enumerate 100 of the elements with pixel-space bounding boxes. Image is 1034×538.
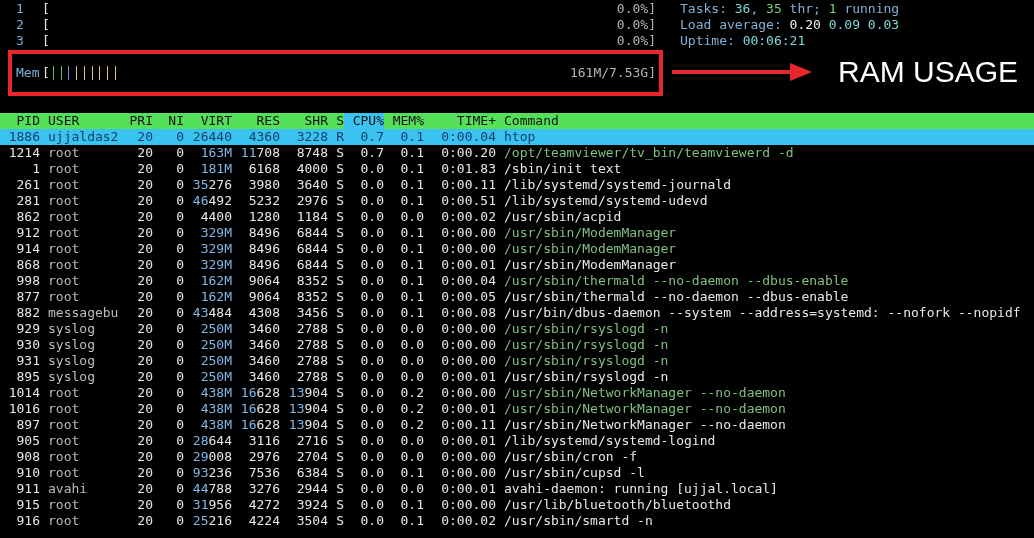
table-cell-text: S	[335, 177, 344, 193]
table-cell-text: 930	[15, 337, 40, 353]
table-cell-text: 20	[136, 401, 153, 417]
table-cell-text: 0	[175, 481, 184, 497]
system-stat: Uptime: 00:06:21	[680, 33, 807, 49]
process-row[interactable]: 1014 root 20 0 438M 16628 13904 S 0.0 0.2 0:00.00 /usr/sbin/NetworkManager --no-daemon	[0, 385, 1034, 401]
process-row[interactable]: 1 root 20 0 181M 6168 4000 S 0.0 0.1 0:01.83 /sbin/init text	[0, 161, 1034, 177]
table-cell-text: S	[335, 513, 344, 529]
table-cell-text: 20	[136, 193, 153, 209]
column-header[interactable]: S	[328, 113, 344, 129]
table-cell-text: 929	[15, 321, 40, 337]
column-header[interactable]: MEM%	[384, 113, 424, 129]
process-row[interactable]: 914 root 20 0 329M 8496 6844 S 0.0 0.1 0:00.00 /usr/sbin/ModemManager	[0, 241, 1034, 257]
table-cell-text: 438M	[199, 385, 232, 401]
table-cell-text: 20	[136, 417, 153, 433]
process-row[interactable]: 1016 root 20 0 438M 16628 13904 S 0.0 0.2 0:00.01 /usr/sbin/NetworkManager --no-daemon	[0, 401, 1034, 417]
column-header[interactable]: TIME+	[424, 113, 496, 129]
table-cell-text: 0:00.04	[440, 129, 496, 145]
table-cell-text: /usr/sbin/cron -f	[503, 449, 639, 465]
column-header[interactable]: PID	[0, 113, 40, 129]
table-cell-text: 0.0	[359, 193, 384, 209]
table-cell-text: 3460	[247, 353, 280, 369]
table-cell-text: 2788	[295, 369, 328, 385]
table-cell-text: root	[47, 241, 81, 257]
column-header[interactable]: VIRT	[184, 113, 232, 129]
meter-bracket: [	[42, 1, 50, 17]
process-row[interactable]: 261 root 20 0 35276 3980 3640 S 0.0 0.1 0:00.11 /lib/systemd/systemd-journald	[0, 177, 1034, 193]
process-row[interactable]: 1886 ujjaldas2 20 0 26440 4360 3228 R 0.7 0.1 0:00.04 htop	[0, 129, 1034, 145]
table-cell-text: 0:00.00	[440, 465, 496, 481]
process-row[interactable]: 895 syslog 20 0 250M 3460 2788 S 0.0 0.0 0:00.01 /usr/sbin/rsyslogd -n	[0, 369, 1034, 385]
column-header[interactable]: Command	[496, 113, 1034, 129]
table-cell-text: 0	[175, 369, 184, 385]
table-cell-text: 20	[136, 385, 153, 401]
table-cell-text: 438M	[199, 401, 232, 417]
table-cell-text: 2716	[295, 433, 328, 449]
table-cell-text: 0:00.08	[440, 305, 496, 321]
table-cell-text: 2976	[247, 449, 280, 465]
table-cell-text: 5232	[247, 193, 280, 209]
table-cell-text: 0:00.11	[440, 417, 496, 433]
table-cell-text: 0.0	[359, 497, 384, 513]
column-header[interactable]: PRI	[128, 113, 153, 129]
table-cell-text: 0.1	[399, 497, 424, 513]
process-row[interactable]: 911 avahi 20 0 44788 3276 2944 S 0.0 0.0 0:00.01 avahi-daemon: running [ujjal.local]	[0, 481, 1034, 497]
meter-label: 2	[16, 17, 25, 33]
table-cell-text: S	[335, 497, 344, 513]
table-cell-text: 882	[15, 305, 40, 321]
column-header[interactable]: NI	[153, 113, 184, 129]
process-row[interactable]: 998 root 20 0 162M 9064 8352 S 0.0 0.1 0:00.04 /usr/sbin/thermald --no-daemon --dbus-enable	[0, 273, 1034, 289]
table-cell-text: 1280	[247, 209, 280, 225]
table-cell-text: 3640	[295, 177, 328, 193]
process-row[interactable]: 868 root 20 0 329M 8496 6844 S 0.0 0.1 0:00.01 /usr/sbin/ModemManager	[0, 257, 1034, 273]
process-row[interactable]: 877 root 20 0 162M 9064 8352 S 0.0 0.1 0:00.05 /usr/sbin/thermald --no-daemon --dbus-enable	[0, 289, 1034, 305]
table-cell-text: 0:00.01	[440, 369, 496, 385]
table-cell-text: 3228	[295, 129, 328, 145]
table-cell-text: S	[335, 161, 344, 177]
process-row[interactable]: 930 syslog 20 0 250M 3460 2788 S 0.0 0.0 0:00.00 /usr/sbin/rsyslogd -n	[0, 337, 1034, 353]
process-row[interactable]: 912 root 20 0 329M 8496 6844 S 0.0 0.1 0:00.00 /usr/sbin/ModemManager	[0, 225, 1034, 241]
table-cell-text: 20	[136, 337, 153, 353]
table-cell-text: 908	[15, 449, 40, 465]
table-cell-text: 0.0	[399, 481, 424, 497]
table-cell-text: 1184	[295, 209, 328, 225]
table-cell-text: 13904	[287, 385, 328, 401]
table-cell-text: 0.0	[359, 289, 384, 305]
table-cell-text: 0	[175, 193, 184, 209]
process-row[interactable]: 905 root 20 0 28644 3116 2716 S 0.0 0.0 0:00.01 /lib/systemd/systemd-logind	[0, 433, 1034, 449]
table-cell-text: 2944	[295, 481, 328, 497]
column-header[interactable]: RES	[232, 113, 280, 129]
process-row[interactable]: 908 root 20 0 29008 2976 2704 S 0.0 0.0 0:00.00 /usr/sbin/cron -f	[0, 449, 1034, 465]
table-cell-text: /usr/sbin/ModemManager	[503, 241, 678, 257]
process-row[interactable]: 931 syslog 20 0 250M 3460 2788 S 0.0 0.0 0:00.00 /usr/sbin/rsyslogd -n	[0, 353, 1034, 369]
table-cell-text: S	[335, 369, 344, 385]
table-cell-text: 0.0	[359, 385, 384, 401]
process-row[interactable]: 915 root 20 0 31956 4272 3924 S 0.0 0.1 0:00.00 /usr/lib/bluetooth/bluetoothd	[0, 497, 1034, 513]
process-row[interactable]: 281 root 20 0 46492 5232 2976 S 0.0 0.1 0:00.51 /lib/systemd/systemd-udevd	[0, 193, 1034, 209]
system-stat: Tasks: 36, 35 thr; 1 running	[680, 1, 901, 17]
column-header[interactable]: CPU%	[344, 113, 384, 129]
table-cell-text: 20	[136, 273, 153, 289]
process-row[interactable]: 862 root 20 0 4400 1280 1184 S 0.0 0.0 0:00.02 /usr/sbin/acpid	[0, 209, 1034, 225]
table-cell-text: 0.0	[359, 465, 384, 481]
table-cell-text: /usr/sbin/NetworkManager --no-daemon	[503, 417, 787, 433]
table-cell-text: 0.0	[399, 433, 424, 449]
table-cell-text: 0.0	[399, 369, 424, 385]
table-cell-text: 916	[15, 513, 40, 529]
process-row[interactable]: 910 root 20 0 93236 7536 6384 S 0.0 0.1 0:00.00 /usr/sbin/cupsd -l	[0, 465, 1034, 481]
process-row[interactable]: 916 root 20 0 25216 4224 3504 S 0.0 0.1 0:00.02 /usr/sbin/smartd -n	[0, 513, 1034, 529]
table-cell-text: root	[47, 289, 81, 305]
table-cell-text: 0:00.04	[440, 273, 496, 289]
meter-value: 161M/7.53G]	[569, 65, 656, 81]
process-row[interactable]: 929 syslog 20 0 250M 3460 2788 S 0.0 0.0 0:00.00 /usr/sbin/rsyslogd -n	[0, 321, 1034, 337]
table-cell-text: ujjaldas2	[47, 129, 120, 145]
table-cell-text: /usr/sbin/NetworkManager --no-daemon	[503, 401, 787, 417]
column-header[interactable]: USER	[40, 113, 128, 129]
table-cell-text: 250M	[199, 337, 232, 353]
process-row[interactable]: 1214 root 20 0 163M 11708 8748 S 0.7 0.1 0:00.20 /opt/teamviewer/tv_bin/teamviewerd -d	[0, 145, 1034, 161]
process-row[interactable]: 897 root 20 0 438M 16628 13904 S 0.0 0.2 0:00.11 /usr/sbin/NetworkManager --no-daemon	[0, 417, 1034, 433]
table-cell-text: syslog	[47, 353, 96, 369]
table-cell-text: 7536	[247, 465, 280, 481]
process-row[interactable]: 882 messagebu 20 0 43484 4308 3456 S 0.0 0.1 0:00.08 /usr/bin/dbus-daemon --system --address=systemd: --nofork --nopidf	[0, 305, 1034, 321]
meter-value: 0.0%]	[616, 1, 656, 17]
column-header[interactable]: SHR	[280, 113, 328, 129]
